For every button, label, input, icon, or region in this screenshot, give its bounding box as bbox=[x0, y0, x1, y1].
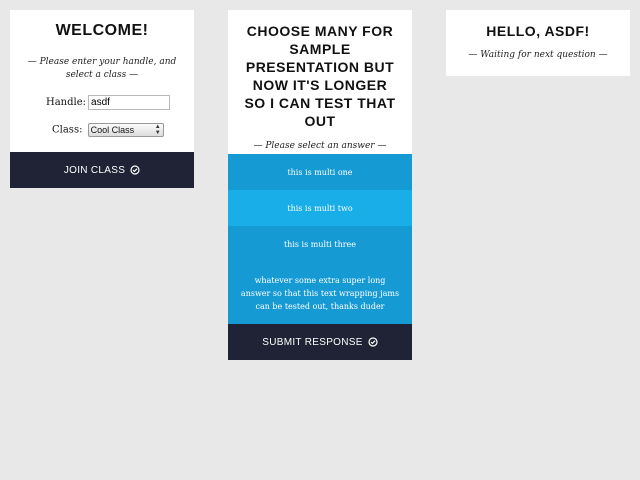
class-select[interactable]: Cool Class ▲ ▼ bbox=[87, 123, 164, 137]
hello-subtitle: — Waiting for next question — bbox=[468, 50, 608, 60]
submit-response-label: SUBMIT RESPONSE bbox=[262, 336, 363, 348]
welcome-card: WELCOME! — Please enter your handle, and… bbox=[10, 10, 194, 188]
answer-label: this is multi one bbox=[287, 167, 353, 177]
answer-option[interactable]: whatever some extra super long answer so… bbox=[228, 262, 412, 324]
answer-list: this is multi one this is multi two this… bbox=[228, 154, 412, 324]
question-title: CHOOSE MANY FOR SAMPLE PRESENTATION BUT … bbox=[244, 23, 396, 129]
answer-label: this is multi three bbox=[283, 239, 357, 249]
check-circle-icon bbox=[130, 165, 140, 175]
handle-label: Handle: bbox=[46, 97, 87, 108]
class-select-value: Cool Class bbox=[90, 125, 135, 135]
welcome-subtitle: — Please enter your handle, and select a… bbox=[27, 57, 177, 80]
welcome-title: WELCOME! bbox=[55, 22, 149, 39]
hello-card: HELLO, ASDF! — Waiting for next question… bbox=[446, 10, 630, 76]
question-subtitle: — Please select an answer — bbox=[253, 141, 387, 151]
class-row: Class: Cool Class ▲ ▼ bbox=[52, 123, 164, 137]
handle-input[interactable] bbox=[88, 95, 171, 110]
answer-label: whatever some extra super long answer so… bbox=[240, 275, 400, 311]
submit-response-button[interactable]: SUBMIT RESPONSE bbox=[228, 324, 412, 360]
class-label: Class: bbox=[52, 124, 83, 136]
join-class-label: JOIN CLASS bbox=[63, 164, 126, 176]
select-arrows-icon: ▲ ▼ bbox=[154, 124, 161, 136]
answer-label: this is multi two bbox=[287, 203, 353, 213]
answer-option[interactable]: this is multi three bbox=[228, 226, 412, 262]
check-circle-icon bbox=[368, 337, 378, 347]
answer-option[interactable]: this is multi one bbox=[228, 154, 412, 190]
question-card: CHOOSE MANY FOR SAMPLE PRESENTATION BUT … bbox=[228, 10, 412, 360]
hello-title: HELLO, ASDF! bbox=[486, 23, 590, 39]
answer-option[interactable]: this is multi two bbox=[228, 190, 412, 226]
join-class-button[interactable]: JOIN CLASS bbox=[10, 152, 194, 188]
handle-row: Handle: bbox=[46, 95, 171, 110]
